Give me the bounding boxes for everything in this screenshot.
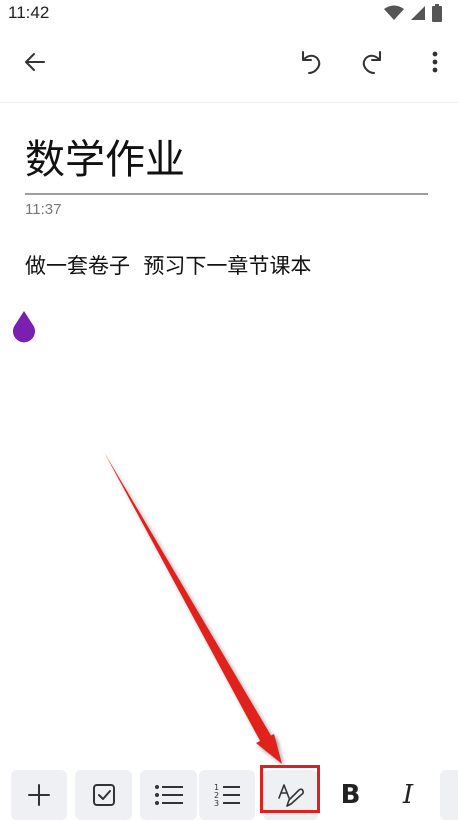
toolbar-overflow-edge[interactable] [440, 770, 458, 820]
numbered-list-icon: 1 2 3 [214, 783, 240, 807]
annotation-arrow [104, 452, 282, 764]
undo-icon [302, 51, 321, 74]
signal-icon [411, 6, 425, 20]
svg-text:3: 3 [214, 799, 219, 807]
note-title-field[interactable]: 数学作业 [25, 132, 428, 188]
numbered-list-button[interactable]: 1 2 3 [199, 770, 255, 820]
note-timestamp: 11:37 [25, 201, 62, 218]
highlight-box [260, 765, 320, 813]
checklist-button[interactable] [75, 770, 132, 820]
checkbox-icon [92, 784, 115, 806]
italic-button[interactable]: I [382, 770, 434, 820]
bold-button[interactable]: B [323, 770, 378, 820]
bold-icon: B [340, 780, 361, 810]
battery-icon [432, 4, 442, 22]
status-icons [384, 4, 442, 22]
redo-button[interactable] [350, 40, 394, 84]
more-options-button[interactable] [413, 40, 457, 84]
formatting-toolbar: 1 2 3 B I [0, 764, 458, 820]
back-button[interactable] [13, 40, 57, 84]
text-cursor-handle[interactable] [11, 311, 37, 343]
redo-icon [362, 51, 381, 74]
undo-button[interactable] [289, 40, 333, 84]
bullet-list-button[interactable] [140, 770, 197, 820]
italic-icon: I [402, 780, 414, 810]
plus-icon [28, 784, 50, 806]
app-bar [0, 28, 458, 103]
more-vertical-icon [432, 51, 438, 73]
bullet-list-icon [154, 785, 183, 805]
wifi-icon [384, 5, 404, 20]
insert-button[interactable] [11, 770, 67, 820]
status-time: 11:42 [8, 3, 50, 22]
back-arrow-icon [25, 53, 45, 71]
note-title: 数学作业 [25, 137, 185, 183]
title-underline [25, 193, 428, 195]
note-body[interactable]: 做一套卷子 预习下一章节课本 [25, 250, 311, 280]
status-bar: 11:42 [0, 0, 458, 28]
